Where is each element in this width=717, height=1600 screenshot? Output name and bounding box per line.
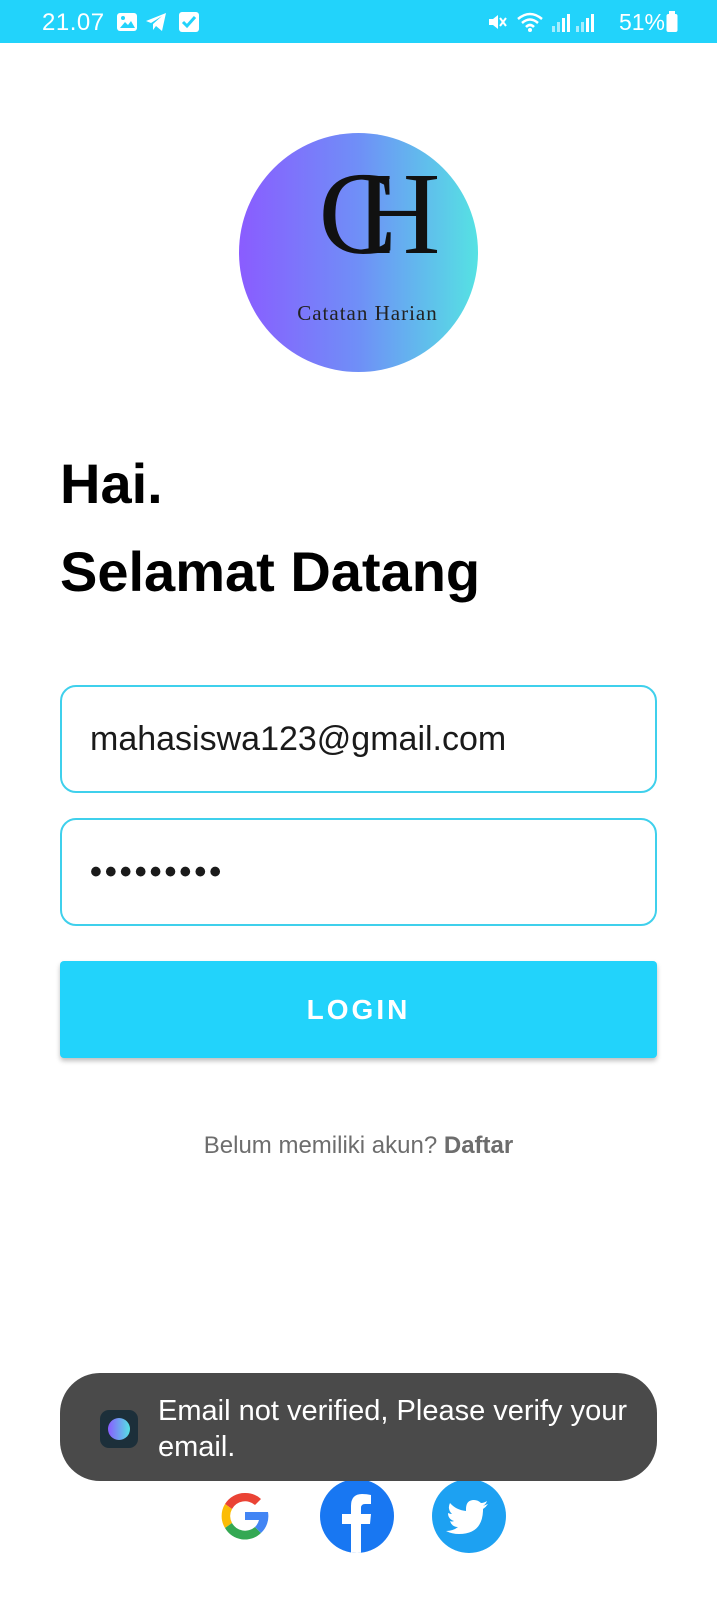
logo-name: Catatan Harian [297,301,438,325]
status-bar: 21.07 51% [0,0,717,43]
battery-icon [666,11,678,32]
email-field-container[interactable] [60,685,657,793]
register-prompt-text: Belum memiliki akun? [203,1132,438,1159]
app-logo: CH Catatan Harian [239,133,478,372]
password-field-container[interactable] [60,818,657,926]
app-icon [100,1410,138,1448]
greeting-line-2: Selamat Datang [60,540,481,603]
toast-notification: Email not verified, Please verify your e… [60,1373,657,1481]
register-link[interactable]: Daftar [444,1132,513,1159]
mute-icon [489,15,507,29]
check-box-icon [179,12,199,32]
gallery-icon [117,13,137,31]
google-icon[interactable] [208,1479,282,1553]
telegram-icon [146,13,166,31]
signal-icon [576,14,594,32]
greeting-line-1: Hai. [60,452,163,515]
login-button[interactable]: LOGIN [60,961,657,1058]
status-time: 21.07 [42,9,105,36]
facebook-icon[interactable] [320,1479,394,1553]
signal-icon [552,14,570,32]
register-prompt: Belum memiliki akun? Daftar [0,1132,717,1160]
password-field[interactable] [90,820,630,924]
twitter-icon[interactable] [432,1479,506,1553]
email-field[interactable] [90,687,630,791]
wifi-icon [517,12,543,32]
toast-message: Email not verified, Please verify your e… [158,1395,628,1463]
logo-monogram: CH [318,148,441,279]
battery-percent: 51% [618,9,665,35]
greeting-heading: Hai. Selamat Datang [60,440,480,616]
